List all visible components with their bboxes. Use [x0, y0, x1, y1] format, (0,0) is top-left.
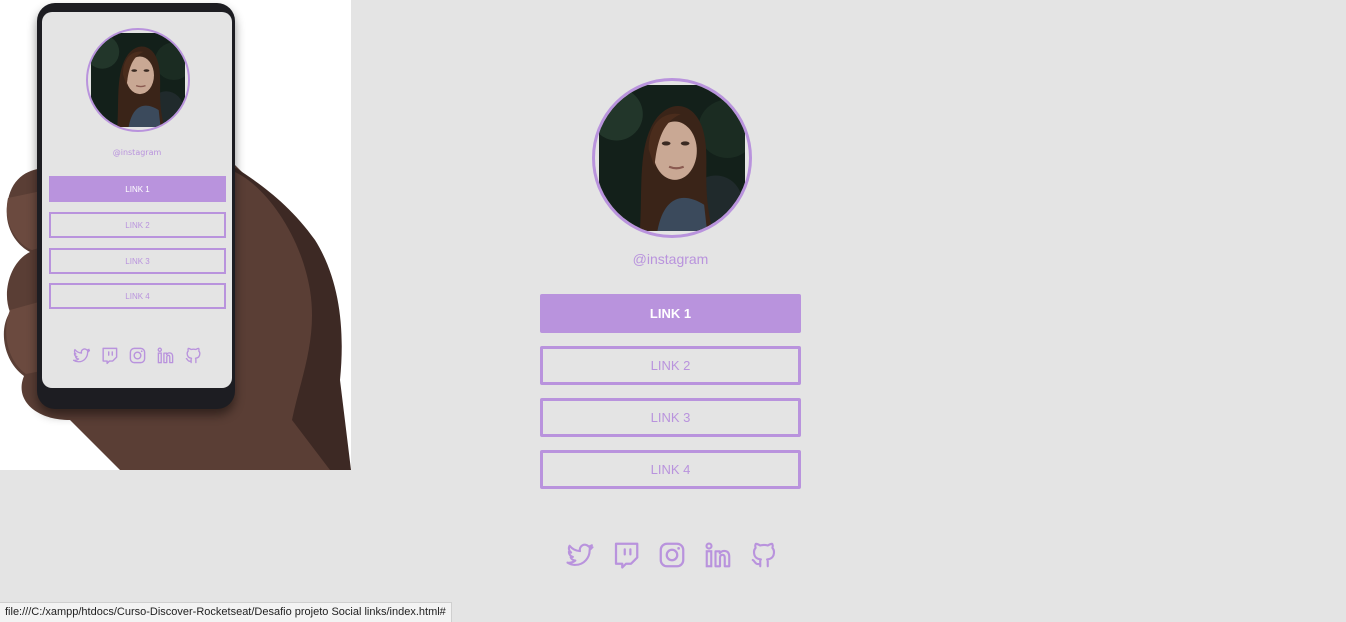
linkedin-icon [156, 346, 175, 365]
link-3-button[interactable]: LINK 3 [540, 398, 801, 437]
mockup-link-3: LINK 3 [49, 248, 226, 274]
linkedin-icon[interactable] [703, 540, 733, 570]
mockup-handle: @instagram [112, 148, 162, 157]
link-1-button[interactable]: LINK 1 [540, 294, 801, 333]
github-icon[interactable] [749, 540, 779, 570]
phone-screen: @instagram LINK 1 LINK 2 LINK 3 LINK 4 [42, 12, 232, 388]
twitter-icon [72, 346, 91, 365]
github-icon [184, 346, 203, 365]
mockup-avatar [86, 28, 190, 132]
profile-avatar [592, 78, 752, 238]
browser-status-url: file:///C:/xampp/htdocs/Curso-Discover-R… [0, 602, 452, 622]
mockup-link-4: LINK 4 [49, 283, 226, 309]
social-links [565, 540, 779, 570]
instagram-icon [128, 346, 147, 365]
instagram-icon[interactable] [657, 540, 687, 570]
link-4-button[interactable]: LINK 4 [540, 450, 801, 489]
mockup-link-1: LINK 1 [49, 176, 226, 202]
mockup-link-2: LINK 2 [49, 212, 226, 238]
twitch-icon[interactable] [611, 540, 641, 570]
page: @instagram LINK 1 LINK 2 LINK 3 LINK 4 @… [0, 0, 1346, 622]
twitter-icon[interactable] [565, 540, 595, 570]
twitch-icon [100, 346, 119, 365]
link-2-button[interactable]: LINK 2 [540, 346, 801, 385]
profile-handle: @instagram [632, 251, 709, 267]
mockup-social-row [42, 346, 232, 365]
phone-mockup-image: @instagram LINK 1 LINK 2 LINK 3 LINK 4 [0, 0, 351, 470]
